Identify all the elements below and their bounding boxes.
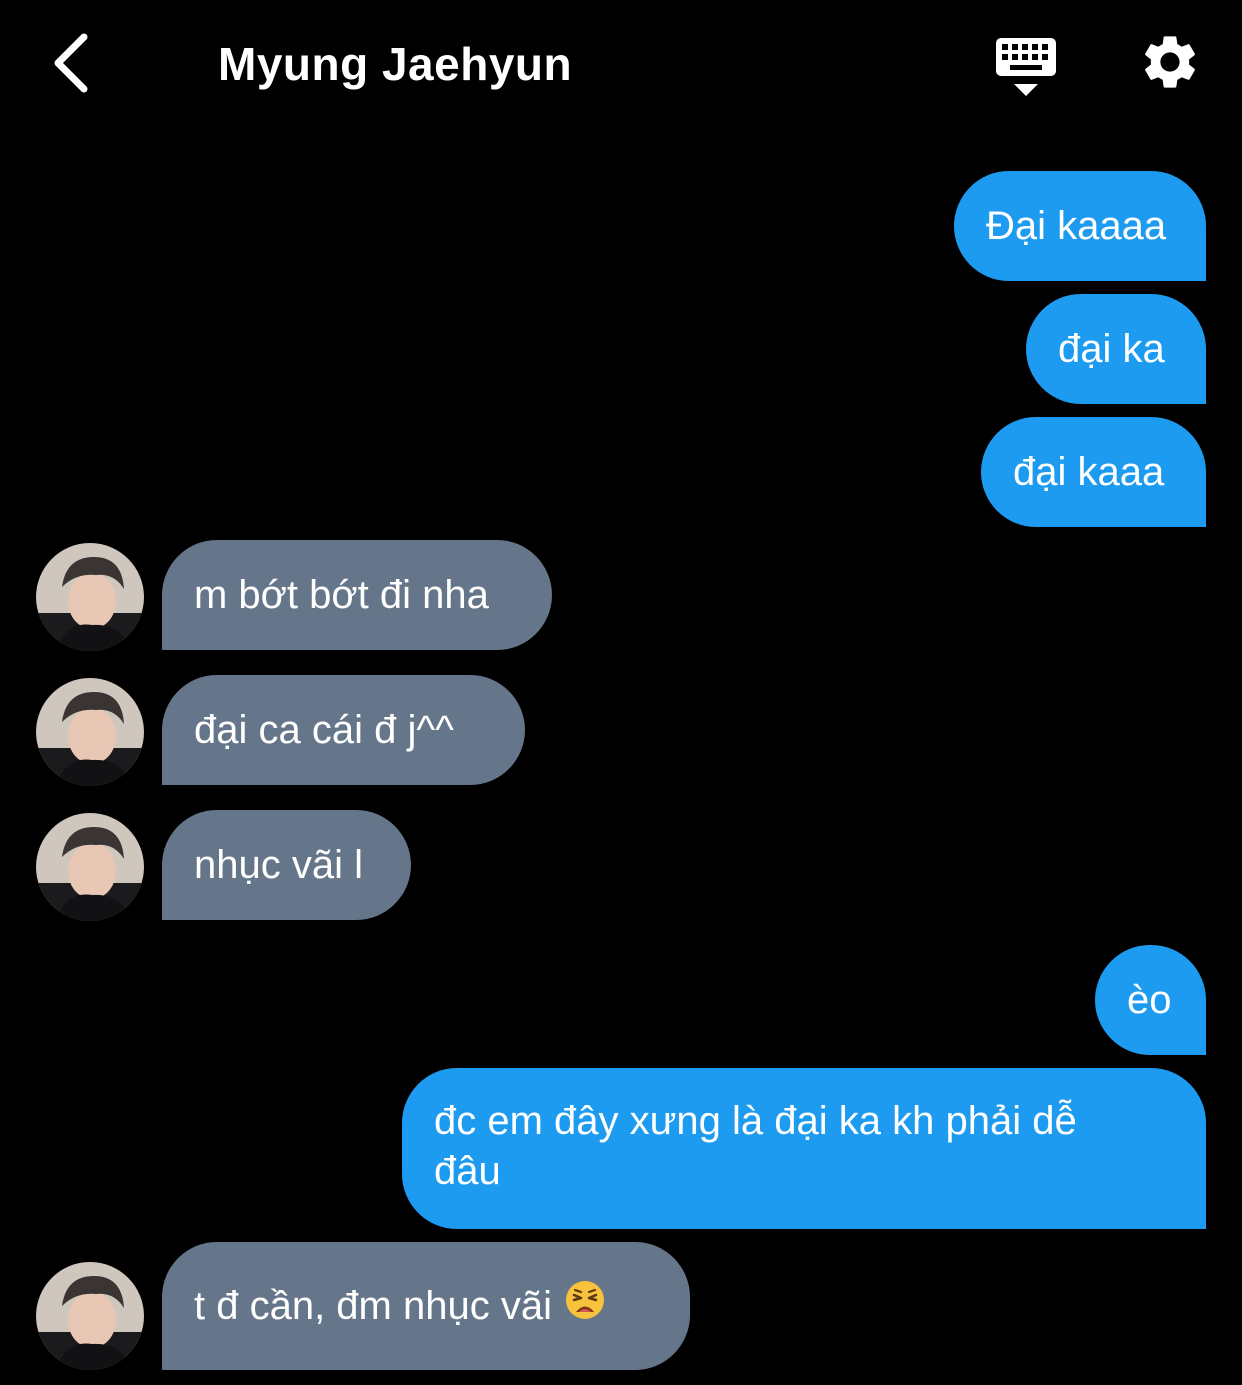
received-message[interactable]: nhục vãi l [162,810,411,920]
sent-message[interactable]: èo [1095,945,1206,1055]
sent-message[interactable]: Đại kaaaa [954,171,1206,281]
sent-message[interactable]: đại kaaa [981,417,1206,527]
message-text: Đại kaaaa [986,204,1167,248]
message-text: đại ka [1058,327,1165,371]
received-message[interactable]: t đ cần, đm nhục vãi [162,1242,690,1370]
message-text: nhục vãi l [194,843,363,887]
user-photo-icon [36,1262,144,1370]
message-text: t đ cần, đm nhục vãi [194,1284,552,1328]
settings-button[interactable] [1138,30,1202,94]
user-photo-icon [36,813,144,921]
avatar[interactable] [36,813,144,921]
weary-face-icon [564,1279,606,1333]
message-text: đại kaaa [1013,450,1165,494]
back-button[interactable] [40,30,100,96]
message-text: đại ca cái đ j^^ [194,708,454,752]
keyboard-button[interactable] [992,34,1060,98]
conversation-title: Myung Jaehyun [218,38,573,90]
user-photo-icon [36,543,144,651]
keyboard-hide-icon [996,38,1056,96]
sent-message[interactable]: đại ka [1026,294,1206,404]
chevron-left-icon [54,33,88,93]
message-text: đc em đây xưng là đại ka kh phải dễ đâu [434,1099,1077,1193]
gear-icon [1145,36,1195,88]
sent-message[interactable]: đc em đây xưng là đại ka kh phải dễ đâu [402,1068,1206,1229]
user-photo-icon [36,678,144,786]
received-message[interactable]: m bớt bớt đi nha [162,540,552,650]
avatar[interactable] [36,1262,144,1370]
avatar[interactable] [36,543,144,651]
message-text: m bớt bớt đi nha [194,573,489,617]
message-text: èo [1127,978,1172,1022]
received-message[interactable]: đại ca cái đ j^^ [162,675,525,785]
avatar[interactable] [36,678,144,786]
chat-header: Myung Jaehyun [0,0,1242,130]
